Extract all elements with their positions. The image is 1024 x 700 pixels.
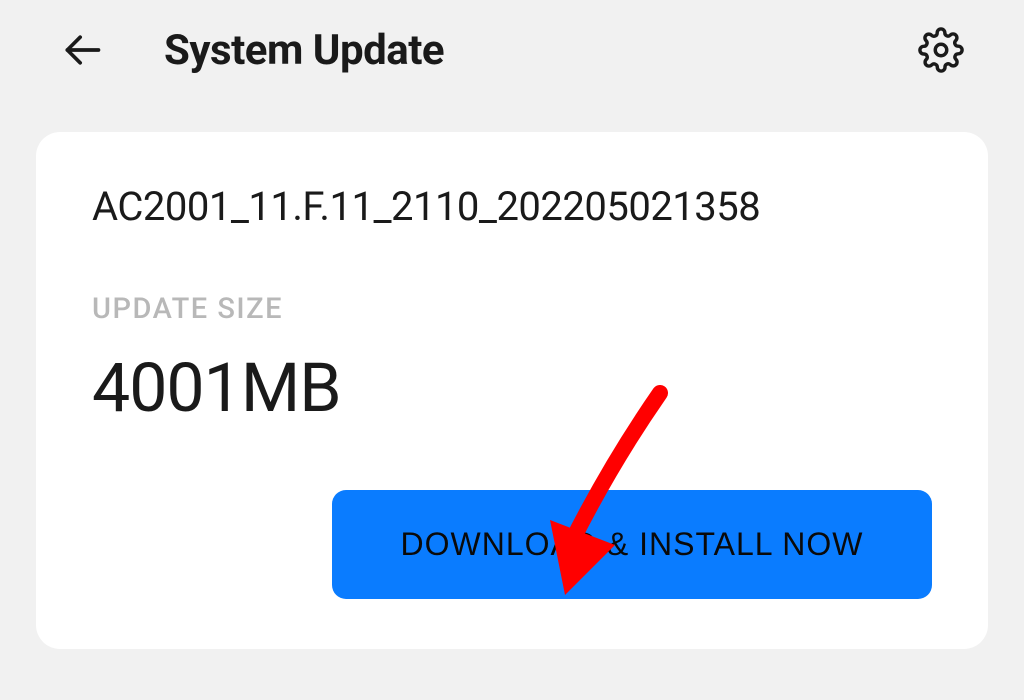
- arrow-left-icon: [60, 28, 104, 72]
- update-size-label: UPDATE SIZE: [92, 292, 932, 326]
- page-title: System Update: [164, 26, 444, 75]
- header: System Update: [0, 0, 1024, 100]
- update-size-value: 4001MB: [92, 348, 932, 428]
- gear-icon: [918, 27, 964, 73]
- settings-button[interactable]: [908, 17, 974, 83]
- back-button[interactable]: [50, 18, 114, 82]
- update-version: AC2001_11.F.11_2110_202205021358: [92, 180, 932, 234]
- download-install-button[interactable]: DOWNLOAD & INSTALL NOW: [332, 490, 932, 599]
- update-card: AC2001_11.F.11_2110_202205021358 UPDATE …: [36, 132, 988, 649]
